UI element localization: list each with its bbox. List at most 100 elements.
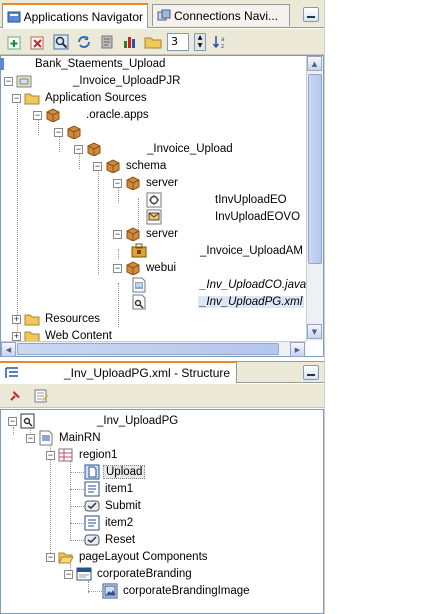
tree-item-application-sources[interactable]: − Application Sources — [12, 90, 149, 106]
folder-icon — [24, 91, 40, 105]
expand-icon[interactable]: + — [12, 314, 21, 324]
project-icon — [16, 74, 32, 88]
tree-item-package-oracle-apps[interactable]: − .oracle.apps — [33, 107, 151, 123]
navigator-horizontal-scrollbar[interactable]: ◀ ▶ — [1, 341, 306, 357]
tree-item-workspace[interactable]: Bank_Staements_Upload — [0, 56, 167, 72]
tab-applications-navigator[interactable]: Applications Navigator — [2, 3, 148, 28]
tree-item-view-object[interactable]: InvUploadEOVO — [146, 209, 302, 225]
tree-item-schema[interactable]: − schema — [93, 158, 168, 174]
tree-item-resources[interactable]: + Resources — [12, 311, 102, 327]
structure-corporate-branding[interactable]: − corporateBranding — [64, 566, 194, 582]
scroll-right-icon[interactable]: ▶ — [290, 342, 305, 357]
tree-item-view-object-label: InvUploadEOVO — [215, 211, 301, 223]
tree-item-server[interactable]: − server — [113, 226, 180, 242]
package-icon — [86, 142, 102, 156]
structure-upload[interactable]: Upload — [84, 464, 146, 480]
right-editor-area — [324, 0, 421, 614]
level-stepper[interactable]: ▲ ▼ — [194, 32, 206, 51]
collapse-icon[interactable]: − — [8, 416, 17, 426]
stepper-up-icon[interactable]: ▲ — [195, 33, 205, 42]
collapse-icon[interactable]: − — [113, 229, 122, 239]
collapse-icon[interactable]: − — [64, 569, 73, 579]
add-icon[interactable] — [6, 33, 24, 51]
structure-root[interactable]: − _Inv_UploadPG — [8, 413, 180, 429]
collapse-icon[interactable]: − — [46, 552, 55, 562]
remove-icon[interactable] — [29, 33, 47, 51]
structure-submit-label: Submit — [105, 500, 141, 512]
navigator-horizontal-thumb[interactable] — [17, 343, 279, 355]
view-object-icon — [146, 209, 162, 225]
pin-icon[interactable] — [6, 387, 24, 405]
package-icon — [105, 159, 121, 173]
open-folder-icon — [58, 550, 74, 564]
tree-item-project-label: _Invoice_UploadPJR — [73, 75, 181, 87]
minimize-structure-button[interactable] — [303, 365, 319, 380]
scroll-left-icon[interactable]: ◀ — [1, 342, 16, 357]
collapse-icon[interactable]: − — [93, 161, 102, 171]
tree-item-controller[interactable]: _Inv_UploadCO.java — [131, 277, 306, 293]
expand-icon[interactable]: + — [12, 331, 21, 341]
collapse-icon[interactable]: − — [33, 110, 42, 120]
structure-reset[interactable]: Reset — [84, 532, 137, 548]
structure-page-layout-components-label: pageLayout Components — [79, 551, 208, 563]
refresh-icon[interactable] — [75, 33, 93, 51]
connections-navigator-icon — [157, 9, 171, 20]
tree-item-workspace-label: Bank_Staements_Upload — [35, 58, 166, 70]
find-icon[interactable] — [52, 33, 70, 51]
collapse-icon[interactable]: − — [74, 144, 83, 154]
tree-item-project[interactable]: − _Invoice_UploadPJR — [4, 73, 182, 89]
tree-item-package-oracle-apps-label: .oracle.apps — [86, 109, 149, 121]
sort-icon[interactable]: az — [211, 33, 229, 51]
tree-item-schema-server[interactable]: − server — [113, 175, 180, 191]
collapse-icon[interactable]: − — [54, 127, 63, 137]
minimize-navigator-button[interactable] — [303, 7, 319, 22]
tree-item-page[interactable]: _Inv_UploadPG.xml — [131, 294, 305, 310]
tab-connections-navigator[interactable]: Connections Navi... — [152, 4, 290, 26]
tree-item-webui[interactable]: − webui — [113, 260, 178, 276]
tree-item-package-invoice-upload[interactable]: − _Invoice_Upload — [74, 141, 235, 157]
level-input[interactable]: 3 — [167, 32, 189, 51]
collapse-icon[interactable]: − — [113, 263, 122, 273]
tree-item-application-sources-label: Application Sources — [45, 92, 147, 104]
structure-corporate-branding-label: corporateBranding — [97, 568, 192, 580]
scroll-down-icon[interactable]: ▼ — [307, 324, 322, 339]
structure-corporate-branding-image[interactable]: corporateBrandingImage — [102, 583, 252, 599]
collapse-icon[interactable]: − — [113, 178, 122, 188]
scroll-up-icon[interactable]: ▲ — [307, 56, 322, 71]
properties-icon[interactable] — [98, 33, 116, 51]
chart-icon[interactable] — [121, 33, 139, 51]
navigator-vertical-thumb[interactable] — [308, 74, 322, 264]
collapse-icon[interactable]: − — [26, 433, 35, 443]
collapse-icon[interactable]: − — [12, 93, 21, 103]
structure-submit[interactable]: Submit — [84, 498, 143, 514]
structure-upload-label: Upload — [103, 465, 146, 479]
application-module-icon — [131, 243, 147, 258]
structure-root-label: _Inv_UploadPG — [97, 415, 179, 427]
structure-icon — [5, 367, 18, 378]
structure-region1[interactable]: − region1 — [46, 447, 119, 463]
package-icon — [125, 261, 141, 275]
structure-item1[interactable]: item1 — [84, 481, 135, 497]
applications-navigator-icon — [7, 11, 21, 22]
tab-structure[interactable]: _Inv_UploadPG.xml - Structure — [0, 361, 238, 383]
minimize-icon — [307, 16, 315, 18]
tree-item-package[interactable]: − — [54, 124, 85, 140]
submit-button-icon — [84, 499, 100, 513]
collapse-icon[interactable]: − — [46, 450, 55, 460]
folder-icon[interactable] — [144, 33, 162, 51]
page-layout-icon — [38, 430, 54, 446]
tree-item-schema-label: schema — [126, 160, 167, 172]
tree-item-entity-object[interactable]: tInvUploadEO — [146, 192, 289, 208]
collapse-icon[interactable]: − — [4, 76, 13, 86]
stepper-down-icon[interactable]: ▼ — [195, 41, 205, 50]
navigator-vertical-scrollbar[interactable]: ▲ ▼ — [306, 56, 323, 341]
reset-button-icon — [84, 533, 100, 547]
structure-page-layout-components[interactable]: − pageLayout Components — [46, 549, 210, 565]
svg-text:z: z — [221, 43, 224, 50]
structure-mainrn[interactable]: − MainRN — [26, 430, 103, 446]
entity-object-icon — [146, 192, 162, 208]
structure-item2[interactable]: item2 — [84, 515, 135, 531]
text-input-icon — [84, 481, 100, 497]
edit-properties-icon[interactable] — [32, 387, 50, 405]
tree-item-application-module[interactable]: _Invoice_UploadAM — [131, 243, 305, 259]
